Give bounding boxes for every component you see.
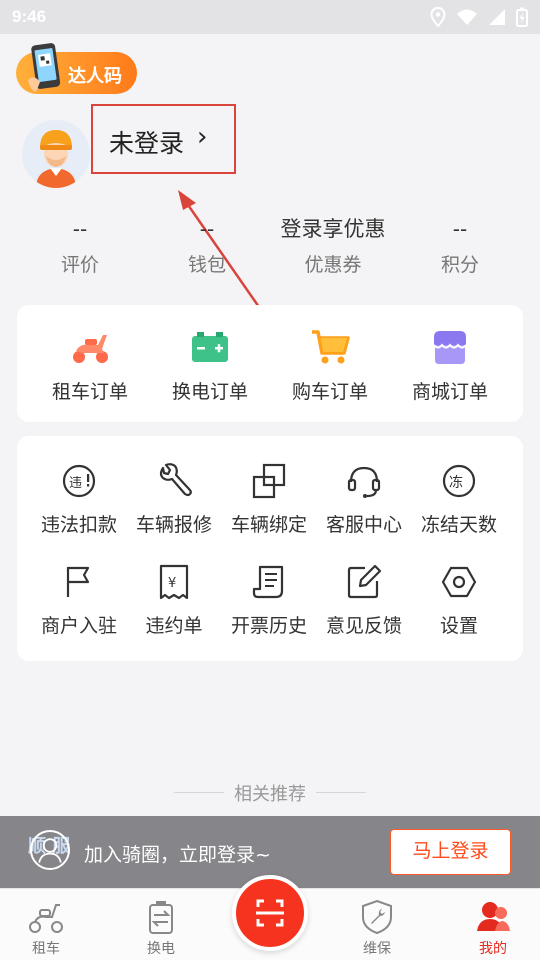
expert-code-badge[interactable]: 达人码 <box>16 43 137 94</box>
stat-rating[interactable]: -- 评价 <box>15 214 145 277</box>
purchase-order-button[interactable]: 购车订单 <box>267 305 393 422</box>
status-icons <box>430 7 528 27</box>
mall-order-button[interactable]: 商城订单 <box>387 305 513 422</box>
tab-maintenance[interactable]: 维保 <box>331 889 423 960</box>
breach-order-button[interactable]: ¥ 违约单 <box>126 563 222 653</box>
profile-tab-icon <box>477 902 510 931</box>
receipt-icon: ¥ <box>159 564 189 600</box>
violation-icon: 违 <box>62 464 96 498</box>
maintenance-tab-icon <box>362 899 392 935</box>
stat-label: 优惠券 <box>304 254 362 276</box>
stat-value: -- <box>452 217 468 241</box>
phone-qr-icon <box>28 43 61 92</box>
tab-label: 租车 <box>32 941 60 957</box>
recommend-title: 相关推荐 <box>234 784 306 805</box>
freeze-days-button[interactable]: 冻 冻结天数 <box>411 462 507 552</box>
orders-card: 租车订单 换电订单 购车订单 商城订单 <box>17 305 523 422</box>
tool-label: 设置 <box>439 615 478 637</box>
swap-battery-tab-icon <box>149 901 173 934</box>
status-time: 9:46 <box>12 7 47 26</box>
tab-label: 我的 <box>479 941 507 957</box>
wrench-icon <box>159 463 192 497</box>
invoice-icon <box>252 565 284 599</box>
divider <box>316 792 366 793</box>
recommend-header: 相关推荐 <box>0 780 540 806</box>
divider <box>174 792 224 793</box>
merchant-join-button[interactable]: 商户入驻 <box>31 563 127 653</box>
tool-label: 意见反馈 <box>325 615 402 637</box>
stat-label: 积分 <box>440 254 479 276</box>
user-icon <box>30 830 70 870</box>
settings-icon <box>441 566 477 598</box>
scan-button[interactable] <box>232 875 308 951</box>
tab-swap-battery[interactable]: 换电 <box>115 889 207 960</box>
avatar[interactable] <box>22 120 90 188</box>
feedback-button[interactable]: 意见反馈 <box>316 563 412 653</box>
tool-label: 客服中心 <box>325 514 402 536</box>
customer-service-button[interactable]: 客服中心 <box>316 462 412 552</box>
settings-button[interactable]: 设置 <box>411 563 507 653</box>
stat-label: 评价 <box>60 254 99 276</box>
headset-icon <box>347 466 381 498</box>
tool-label: 车辆报修 <box>135 514 212 536</box>
tool-label: 违法扣款 <box>40 514 117 536</box>
tab-label: 维保 <box>363 941 391 957</box>
violation-deduction-button[interactable]: 违 违法扣款 <box>31 462 127 552</box>
login-link[interactable]: 未登录 › <box>91 104 236 174</box>
stat-coupon[interactable]: 登录享优惠 优惠券 <box>258 214 408 277</box>
expert-code-label: 达人码 <box>68 66 122 87</box>
scooter-icon <box>73 335 108 363</box>
stat-value: -- <box>72 217 88 241</box>
login-text: 未登录 <box>109 129 185 158</box>
scooter-tab-icon <box>29 904 63 933</box>
vehicle-repair-button[interactable]: 车辆报修 <box>126 462 222 552</box>
svg-text:冻: 冻 <box>449 474 463 491</box>
tab-rental[interactable]: 租车 <box>0 889 92 960</box>
shop-icon <box>433 331 467 364</box>
order-label: 换电订单 <box>171 381 248 403</box>
cart-icon <box>312 330 350 364</box>
battery-order-button[interactable]: 换电订单 <box>147 305 273 422</box>
vehicle-binding-button[interactable]: 车辆绑定 <box>221 462 317 552</box>
status-bar: 9:46 <box>0 0 540 34</box>
tool-label: 违约单 <box>145 615 203 637</box>
scan-icon <box>256 899 284 927</box>
svg-text:¥: ¥ <box>168 576 176 591</box>
tool-label: 冻结天数 <box>420 514 497 536</box>
edit-icon <box>347 564 382 599</box>
flag-icon <box>66 566 90 597</box>
rider-avatar-icon <box>22 120 90 188</box>
tool-label: 开票历史 <box>230 615 307 637</box>
login-now-button[interactable]: 马上登录 <box>390 829 511 875</box>
stat-value: 登录享优惠 <box>280 217 386 241</box>
battery-icon <box>192 332 228 362</box>
tools-card: 违 违法扣款 车辆报修 车辆绑定 客服中心 冻 冻结天数 商户入驻 ¥ 违约单 … <box>17 436 523 661</box>
tab-label: 换电 <box>147 941 175 957</box>
stat-value: -- <box>199 217 215 241</box>
stat-wallet[interactable]: -- 钱包 <box>142 214 272 277</box>
freeze-icon: 冻 <box>442 464 476 498</box>
login-prompt-text: 加入骑圈，立即登录~ <box>84 844 271 866</box>
signal-icon <box>489 9 505 25</box>
invoice-history-button[interactable]: 开票历史 <box>221 563 317 653</box>
stat-label: 钱包 <box>187 254 226 276</box>
location-icon <box>430 7 446 27</box>
svg-text:违: 违 <box>69 476 82 491</box>
order-label: 租车订单 <box>51 381 128 403</box>
tab-mine[interactable]: 我的 <box>447 889 539 960</box>
wifi-icon <box>457 9 477 25</box>
stat-points[interactable]: -- 积分 <box>395 214 525 277</box>
tool-label: 车辆绑定 <box>230 514 307 536</box>
rental-order-button[interactable]: 租车订单 <box>27 305 153 422</box>
battery-status-icon <box>516 7 528 27</box>
order-label: 商城订单 <box>411 381 488 403</box>
order-label: 购车订单 <box>291 381 368 403</box>
bind-icon <box>252 463 286 499</box>
tool-label: 商户入驻 <box>40 615 117 637</box>
chevron-right-icon: › <box>197 122 208 152</box>
